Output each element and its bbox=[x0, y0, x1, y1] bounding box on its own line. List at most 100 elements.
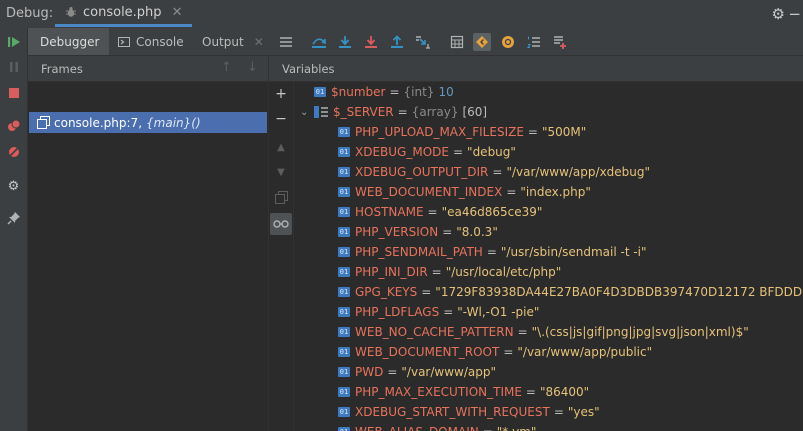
close-icon[interactable]: ✕ bbox=[172, 5, 183, 20]
stop-icon[interactable] bbox=[5, 84, 22, 101]
move-up-icon[interactable]: ▲ bbox=[273, 139, 289, 155]
pause-icon[interactable] bbox=[5, 58, 22, 75]
entry-eq: = bbox=[431, 265, 442, 279]
var-type: {int} bbox=[403, 85, 435, 99]
variable-row-server[interactable]: ⌄ $_SERVER = {array} [60] bbox=[300, 102, 487, 122]
arrow-up-icon[interactable]: ↑ bbox=[221, 60, 232, 75]
entry-key: PHP_UPLOAD_MAX_FILESIZE bbox=[355, 125, 524, 139]
entry-value: "/usr/local/etc/php" bbox=[445, 265, 562, 279]
server-entry-row[interactable]: 01 PHP_LDFLAGS = "-Wl,-O1 -pie" bbox=[338, 302, 539, 322]
step-into-icon[interactable] bbox=[336, 33, 354, 51]
entry-key: PHP_SENDMAIL_PATH bbox=[355, 245, 483, 259]
server-entry-row[interactable]: 01 PHP_SENDMAIL_PATH = "/usr/sbin/sendmail … bbox=[338, 242, 647, 262]
string-icon: 01 bbox=[338, 407, 350, 417]
view-breakpoints-icon[interactable] bbox=[5, 117, 22, 134]
entry-key: PHP_LDFLAGS bbox=[355, 305, 440, 319]
numbered-list-icon[interactable] bbox=[525, 33, 543, 51]
server-entry-row[interactable]: 01 PHP_MAX_EXECUTION_TIME = "86400" bbox=[338, 382, 589, 402]
entry-eq: = bbox=[443, 305, 454, 319]
entry-key: XDEBUG_MODE bbox=[355, 145, 449, 159]
variable-row-number[interactable]: 01 $number = {int} 10 bbox=[304, 82, 454, 102]
entry-key: XDEBUG_START_WITH_REQUEST bbox=[355, 405, 550, 419]
server-entry-row[interactable]: 01 WEB_DOCUMENT_INDEX = "index.php" bbox=[338, 182, 591, 202]
entry-value: "/usr/sbin/sendmail -t -i" bbox=[500, 245, 647, 259]
close-icon[interactable]: ✕ bbox=[254, 35, 264, 49]
glasses-icon[interactable] bbox=[270, 213, 292, 235]
var-type: {array} bbox=[411, 105, 459, 119]
string-icon: 01 bbox=[338, 387, 350, 397]
var-eq: = bbox=[389, 85, 400, 99]
entry-key: WEB_ALIAS_DOMAIN bbox=[355, 425, 479, 431]
evaluate-expression-icon[interactable] bbox=[448, 33, 466, 51]
step-out-icon[interactable] bbox=[388, 33, 406, 51]
string-icon: 01 bbox=[338, 227, 350, 237]
entry-eq: = bbox=[527, 125, 538, 139]
entry-value: "86400" bbox=[539, 385, 590, 399]
var-name: $number bbox=[331, 85, 386, 99]
chevron-down-icon[interactable]: ⌄ bbox=[300, 107, 310, 118]
server-entry-row[interactable]: 01 PWD = "/var/www/app" bbox=[338, 362, 496, 382]
string-icon: 01 bbox=[338, 147, 350, 157]
remove-watch-icon[interactable]: − bbox=[273, 111, 289, 127]
var-eq: = bbox=[397, 105, 408, 119]
server-entry-row[interactable]: 01 PHP_VERSION = "8.0.3" bbox=[338, 222, 498, 242]
frames-list bbox=[28, 82, 268, 431]
left-debug-toolbar: ⚙ bbox=[0, 28, 28, 431]
entry-key: PHP_MAX_EXECUTION_TIME bbox=[355, 385, 522, 399]
console-icon bbox=[118, 36, 130, 47]
entry-value: "500M" bbox=[541, 125, 587, 139]
variables-toolbar: + − ▲ ▼ bbox=[269, 82, 294, 431]
server-entry-row[interactable]: 01 WEB_DOCUMENT_ROOT = "/var/www/app/public… bbox=[338, 342, 652, 362]
step-over-icon[interactable] bbox=[310, 33, 328, 51]
server-entry-row[interactable]: 01 WEB_NO_CACHE_PATTERN = "\.(css|js|gif|pn… bbox=[338, 322, 749, 342]
tab-debugger[interactable]: Debugger bbox=[28, 28, 110, 55]
string-icon: 01 bbox=[338, 327, 350, 337]
entry-eq: = bbox=[503, 345, 514, 359]
frame-item[interactable]: console.php:7, {main}() bbox=[29, 112, 267, 133]
gear-icon[interactable]: ⚙ bbox=[772, 5, 785, 23]
settings-icon[interactable]: ⚙ bbox=[5, 178, 22, 195]
variables-tree: 01 $number = {int} 10 ⌄ $_SERVER = {arra… bbox=[294, 82, 803, 431]
run-to-cursor-icon[interactable] bbox=[414, 33, 432, 51]
string-icon: 01 bbox=[338, 127, 350, 137]
variables-title: Variables bbox=[282, 62, 335, 76]
entry-key: WEB_NO_CACHE_PATTERN bbox=[355, 325, 514, 339]
breakpoint-watch-icon[interactable] bbox=[473, 33, 491, 51]
mute-breakpoints-icon[interactable] bbox=[5, 143, 22, 160]
entry-eq: = bbox=[492, 165, 503, 179]
server-entry-row[interactable]: 01 XDEBUG_OUTPUT_DIR = "/var/www/app/xdebug… bbox=[338, 162, 650, 182]
add-watch-icon[interactable]: + bbox=[273, 86, 289, 102]
server-entry-row[interactable]: 01 XDEBUG_START_WITH_REQUEST = "yes" bbox=[338, 402, 600, 422]
php-listen-icon[interactable] bbox=[499, 33, 517, 51]
tab-output[interactable]: Output ✕ bbox=[202, 28, 264, 55]
int-icon: 01 bbox=[314, 87, 326, 97]
frames-header: Frames ↑ ↓ bbox=[28, 56, 268, 82]
var-value: 10 bbox=[438, 85, 454, 99]
move-down-icon[interactable]: ▼ bbox=[273, 164, 289, 180]
arrow-down-icon[interactable]: ↓ bbox=[247, 60, 258, 75]
duplicate-icon[interactable] bbox=[273, 189, 289, 205]
server-entry-row[interactable]: 01 HOSTNAME = "ea46d865ce39" bbox=[338, 202, 542, 222]
menu-lines-icon[interactable] bbox=[277, 33, 295, 51]
minimize-icon[interactable]: − bbox=[788, 5, 801, 23]
entry-value: "/var/www/app/xdebug" bbox=[506, 165, 651, 179]
server-entry-row[interactable]: 01 GPG_KEYS = "1729F83938DA44E27BA0F4D3DBDB… bbox=[338, 282, 803, 302]
add-list-icon[interactable] bbox=[551, 33, 569, 51]
entry-value: "index.php" bbox=[520, 185, 591, 199]
server-entry-row[interactable]: 01 PHP_UPLOAD_MAX_FILESIZE = "500M" bbox=[338, 122, 586, 142]
tab-console[interactable]: Console bbox=[118, 28, 184, 55]
tab-console-php[interactable]: console.php ✕ bbox=[55, 0, 193, 27]
entry-eq: = bbox=[553, 405, 564, 419]
pin-icon[interactable] bbox=[5, 209, 22, 226]
server-entry-row[interactable]: 01 XDEBUG_MODE = "debug" bbox=[338, 142, 516, 162]
string-icon: 01 bbox=[338, 187, 350, 197]
entry-eq: = bbox=[506, 185, 517, 199]
server-entry-row[interactable]: 01 PHP_INI_DIR = "/usr/local/etc/php" bbox=[338, 262, 561, 282]
entry-key: WEB_DOCUMENT_ROOT bbox=[355, 345, 500, 359]
server-entry-row[interactable]: 01 WEB_ALIAS_DOMAIN = "*.vm" bbox=[338, 422, 536, 431]
entry-eq: = bbox=[421, 285, 432, 299]
force-step-into-icon[interactable] bbox=[362, 33, 380, 51]
entry-eq: = bbox=[525, 385, 536, 399]
resume-icon[interactable] bbox=[5, 33, 22, 50]
entry-key: XDEBUG_OUTPUT_DIR bbox=[355, 165, 489, 179]
